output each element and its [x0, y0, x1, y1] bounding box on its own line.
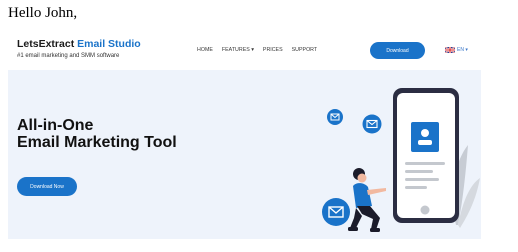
site-header: LetsExtract Email Studio #1 email market… [8, 34, 481, 68]
brand-name: LetsExtract [17, 38, 75, 50]
envelope-icon [362, 114, 382, 134]
menu-item-support[interactable]: SUPPORT [292, 47, 318, 53]
envelope-icon [327, 109, 343, 125]
hero-headline: All-in-One Email Marketing Tool [17, 117, 177, 151]
headline-line-2: Email Marketing Tool [17, 134, 177, 151]
menu-item-prices[interactable]: PRICES [263, 47, 283, 53]
menu-item-features[interactable]: FEATURES ▾ [222, 47, 254, 53]
language-label: EN ▾ [457, 47, 468, 53]
download-button[interactable]: Download [370, 42, 425, 59]
headline-line-1: All-in-One [17, 117, 94, 134]
marketing-illustration [322, 88, 480, 232]
email-greeting: Hello John, [8, 5, 78, 21]
download-now-button[interactable]: Download Now [17, 177, 77, 196]
envelope-icon [322, 198, 350, 226]
brand-product: Email Studio [77, 38, 141, 50]
language-selector[interactable]: EN ▾ [445, 47, 468, 53]
menu-item-home[interactable]: HOME [197, 47, 213, 53]
uk-flag-icon [445, 47, 455, 53]
phone-mockup [393, 88, 459, 223]
promo-banner: LetsExtract Email Studio #1 email market… [8, 34, 481, 239]
brand-logo[interactable]: LetsExtract Email Studio [17, 38, 141, 50]
brand-tagline: #1 email marketing and SMM software [17, 53, 120, 59]
main-menu: HOME FEATURES ▾ PRICES SUPPORT [197, 47, 317, 53]
person-figure [348, 168, 386, 232]
